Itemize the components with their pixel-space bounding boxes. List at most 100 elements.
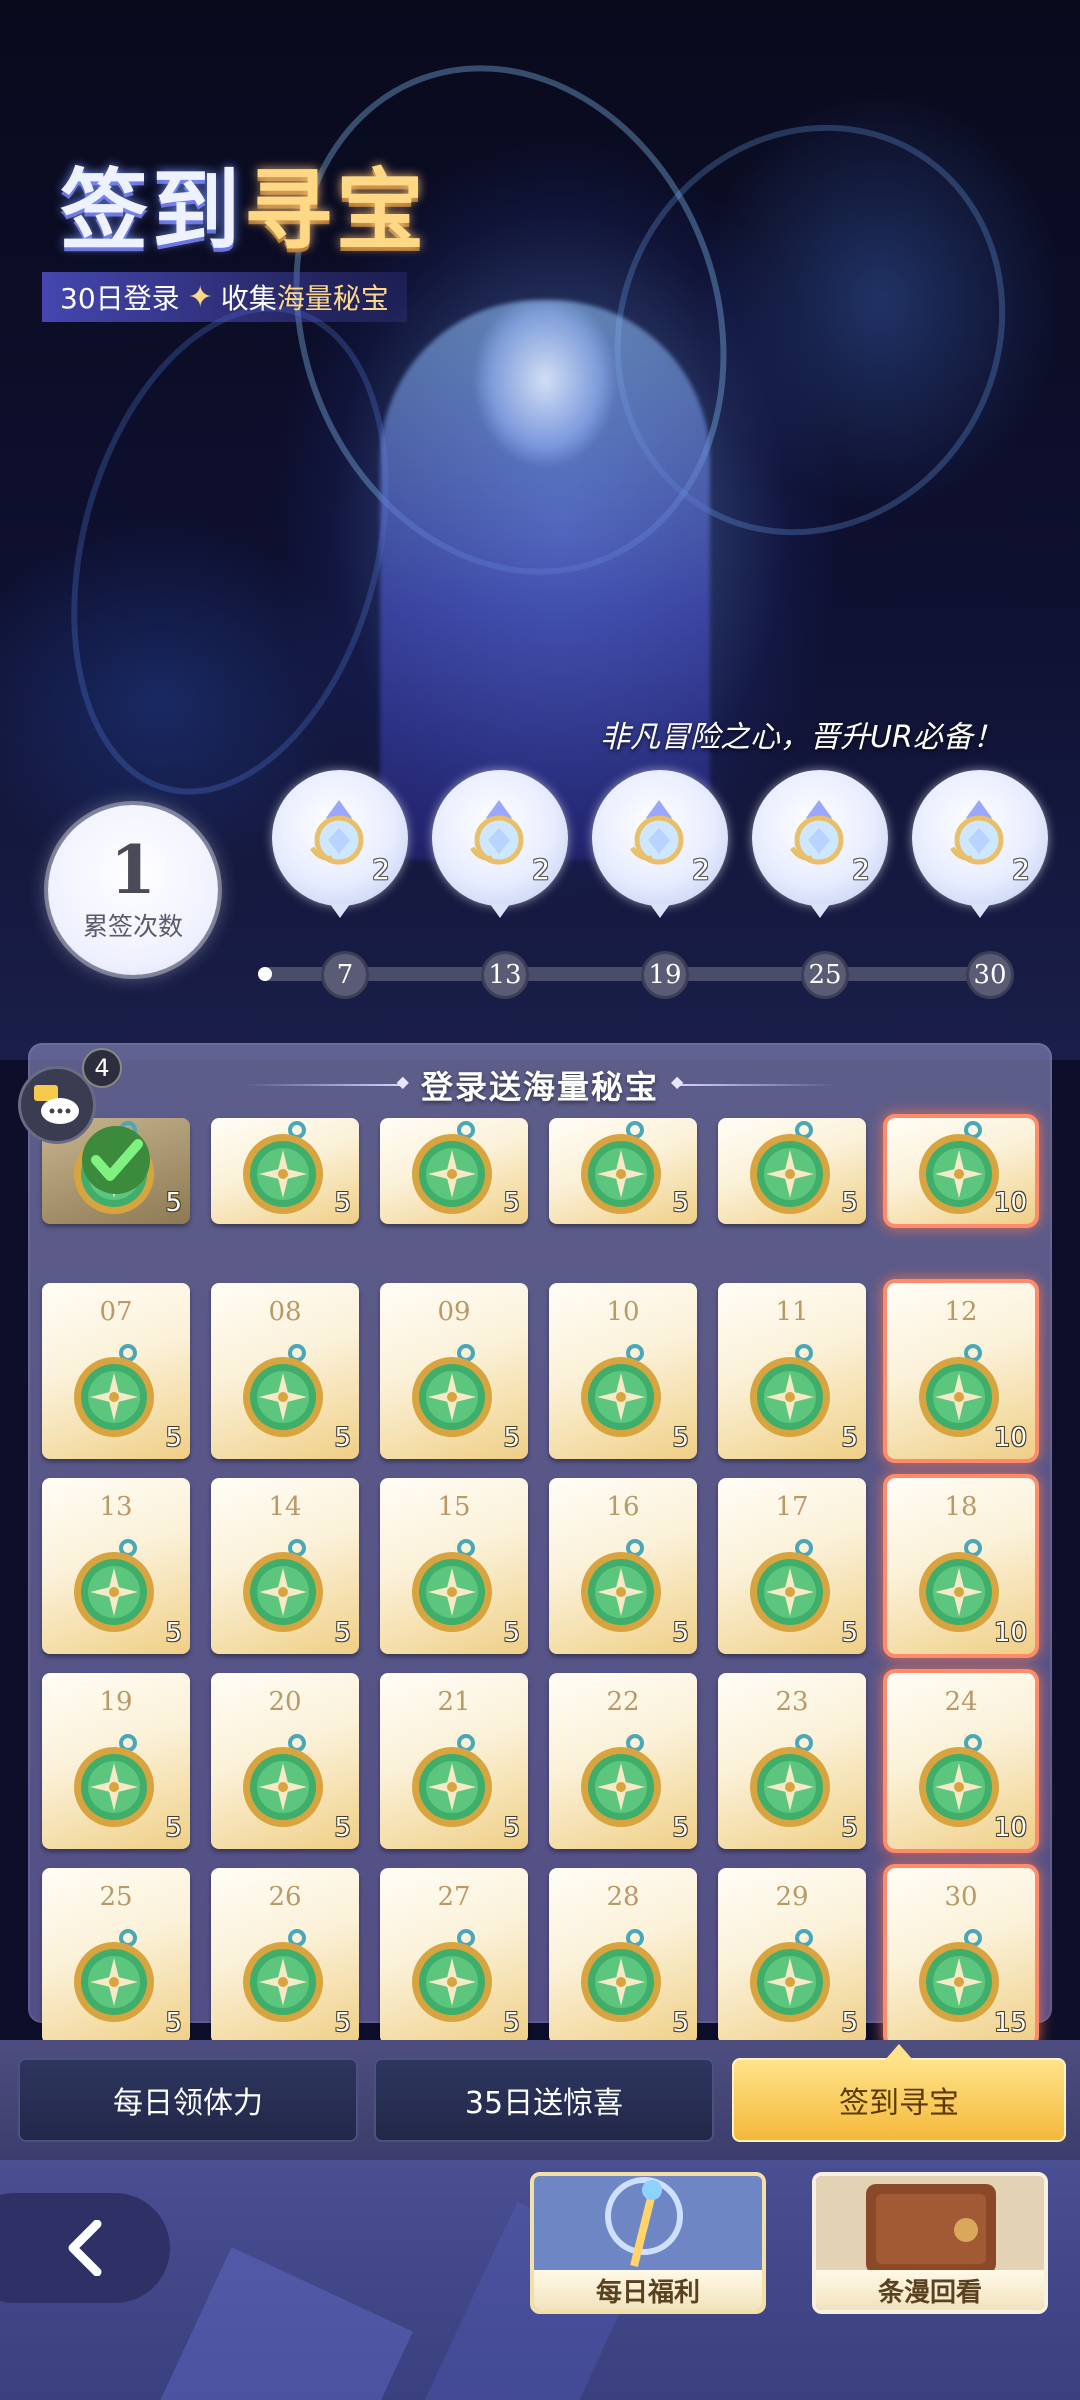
calendar-day-cell[interactable]: 27 5 — [380, 1868, 528, 2044]
compass-coin-icon — [66, 1343, 162, 1439]
calendar-day-cell[interactable]: 30 15 — [887, 1868, 1035, 2044]
sign-in-count-label: 累签次数 — [82, 912, 183, 941]
reward-quantity: 15 — [993, 2008, 1027, 2038]
day-number: 19 — [99, 1687, 133, 1717]
back-button[interactable] — [0, 2193, 170, 2303]
reward-quantity: 10 — [993, 1618, 1027, 1648]
progress-node-day: 30 — [966, 951, 1014, 999]
calendar-header: 登录送海量秘宝 — [28, 1043, 1052, 1127]
header-ornament — [244, 1072, 409, 1091]
calendar-day-cell[interactable]: 15 5 — [380, 1478, 528, 1654]
compass-coin-icon — [235, 1538, 331, 1634]
reward-quantity: 5 — [672, 1188, 689, 1218]
calendar-day-cell[interactable]: 24 10 — [887, 1673, 1035, 1849]
reward-quantity: 5 — [165, 1618, 182, 1648]
calendar-day-cell[interactable]: 28 5 — [549, 1868, 697, 2044]
compass-coin-icon — [404, 1928, 500, 2024]
calendar-day-cell[interactable]: 29 5 — [718, 1868, 866, 2044]
day-number: 30 — [944, 1882, 978, 1912]
milestone-reward[interactable]: 2 — [752, 770, 888, 918]
calendar-day-cell[interactable]: 21 5 — [380, 1673, 528, 1849]
treasure-gem-icon — [466, 798, 532, 870]
reward-quantity: 5 — [672, 1813, 689, 1843]
tab-daily-stamina[interactable]: 每日领体力 — [18, 2058, 358, 2142]
header-ornament — [671, 1072, 835, 1091]
calendar-day-cell[interactable]: 09 5 — [380, 1283, 528, 1459]
compass-coin-icon — [911, 1343, 1007, 1439]
treasure-gem-icon — [306, 798, 372, 870]
calendar-day-cell[interactable]: 5 — [380, 1118, 528, 1224]
calendar-day-cell[interactable]: 08 5 — [211, 1283, 359, 1459]
day-number: 11 — [775, 1297, 809, 1327]
compass-coin-icon — [742, 1538, 838, 1634]
calendar-day-cell[interactable]: 20 5 — [211, 1673, 359, 1849]
day-number: 10 — [606, 1297, 640, 1327]
reward-quantity: 5 — [334, 1618, 351, 1648]
sign-in-count-badge: 1 累签次数 — [48, 805, 218, 975]
daily-welfare-icon — [534, 2176, 762, 2278]
day-number: 15 — [437, 1492, 471, 1522]
milestone-quantity: 2 — [1012, 853, 1030, 886]
compass-coin-icon — [66, 1733, 162, 1829]
reward-quantity: 5 — [165, 1423, 182, 1453]
page-subtitle: 30日登录 ✦ 收集 海量秘宝 — [42, 272, 407, 322]
milestone-reward[interactable]: 2 — [912, 770, 1048, 918]
calendar-day-cell[interactable]: 5 — [211, 1118, 359, 1224]
reward-quantity: 5 — [334, 1423, 351, 1453]
tab-35-day-surprise[interactable]: 35日送惊喜 — [374, 2058, 714, 2142]
compass-coin-icon — [911, 1538, 1007, 1634]
calendar-day-cell[interactable]: 5 — [718, 1118, 866, 1224]
reward-quantity: 5 — [165, 1188, 182, 1218]
compass-coin-icon — [235, 1733, 331, 1829]
calendar-day-cell[interactable]: 07 5 — [42, 1283, 190, 1459]
progress-fill — [258, 967, 272, 981]
compass-coin-icon — [742, 1120, 838, 1216]
calendar-day-cell[interactable]: 26 5 — [211, 1868, 359, 2044]
milestone-quantity: 2 — [532, 853, 550, 886]
milestone-quantity: 2 — [852, 853, 870, 886]
reward-quantity: 5 — [672, 2008, 689, 2038]
daily-welfare-button[interactable]: 每日福利 — [530, 2172, 766, 2314]
calendar-day-cell[interactable]: 18 10 — [887, 1478, 1035, 1654]
compass-coin-icon — [66, 1928, 162, 2024]
calendar-day-cell[interactable]: 11 5 — [718, 1283, 866, 1459]
calendar-day-cell[interactable]: 12 10 — [887, 1283, 1035, 1459]
calendar-day-cell[interactable]: 16 5 — [549, 1478, 697, 1654]
reward-quantity: 5 — [503, 2008, 520, 2038]
calendar-day-cell[interactable]: 5 — [549, 1118, 697, 1224]
calendar-day-cell[interactable]: 23 5 — [718, 1673, 866, 1849]
calendar-day-cell[interactable]: 19 5 — [42, 1673, 190, 1849]
reward-quantity: 5 — [503, 1813, 520, 1843]
compass-coin-icon — [742, 1928, 838, 2024]
calendar-day-cell[interactable]: 22 5 — [549, 1673, 697, 1849]
day-number: 28 — [606, 1882, 640, 1912]
milestone-reward[interactable]: 2 — [592, 770, 728, 918]
calendar-day-cell[interactable]: 10 5 — [549, 1283, 697, 1459]
compass-coin-icon — [573, 1343, 669, 1439]
compass-coin-icon — [404, 1343, 500, 1439]
calendar-panel: 登录送海量秘宝 5 5 5 5 5 10 07 5 08 5 09 5 10 5 11 5 12 10 13 5 14 5… — [28, 1043, 1052, 2044]
calendar-day-cell[interactable]: 10 — [887, 1118, 1035, 1224]
comic-replay-button[interactable]: 条漫回看 — [812, 2172, 1048, 2314]
compass-coin-icon — [573, 1733, 669, 1829]
calendar-day-cell[interactable]: 25 5 — [42, 1868, 190, 2044]
day-number: 13 — [99, 1492, 133, 1522]
calendar-day-cell[interactable]: 17 5 — [718, 1478, 866, 1654]
calendar-day-cell[interactable]: 13 5 — [42, 1478, 190, 1654]
reward-quantity: 10 — [993, 1188, 1027, 1218]
claimed-check-icon — [82, 1126, 150, 1194]
tab-sign-in-treasure[interactable]: 签到寻宝 — [732, 2044, 1066, 2142]
compass-coin-icon — [911, 1120, 1007, 1216]
chat-icon — [34, 1085, 79, 1124]
milestone-reward[interactable]: 2 — [272, 770, 408, 918]
treasure-gem-icon — [626, 798, 692, 870]
milestone-quantity: 2 — [692, 853, 710, 886]
milestone-reward[interactable]: 2 — [432, 770, 568, 918]
day-number: 07 — [99, 1297, 133, 1327]
calendar-day-cell[interactable]: 14 5 — [211, 1478, 359, 1654]
day-number: 08 — [268, 1297, 302, 1327]
comic-book-icon — [816, 2176, 1044, 2278]
reward-quantity: 5 — [334, 1813, 351, 1843]
day-number: 20 — [268, 1687, 302, 1717]
compass-coin-icon — [742, 1733, 838, 1829]
